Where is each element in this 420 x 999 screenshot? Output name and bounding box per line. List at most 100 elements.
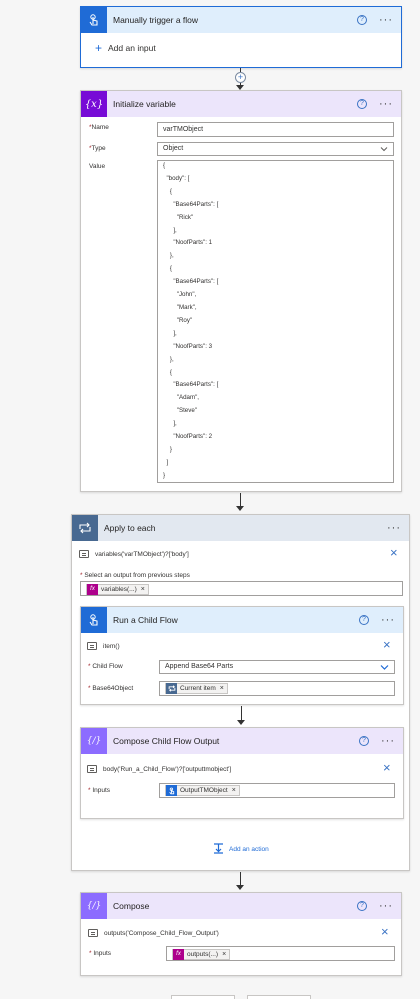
value-line: "NoofParts": 2: [163, 433, 213, 441]
inputs-label: * Inputs: [89, 950, 112, 957]
apply-each-expression: variables('varTMObject')?['body']: [95, 550, 189, 558]
value-line: ],: [163, 226, 177, 234]
expression-token[interactable]: fx variables(...) ×: [86, 584, 149, 595]
expression-row[interactable]: outputs('Compose_Child_Flow_Output'): [88, 925, 219, 941]
close-icon[interactable]: ×: [381, 925, 389, 938]
more-options-icon[interactable]: ···: [379, 901, 393, 912]
more-options-icon[interactable]: ···: [381, 615, 395, 626]
more-options-icon[interactable]: ···: [379, 99, 393, 110]
add-input-button[interactable]: + Add an input: [95, 42, 156, 54]
compose-inputs-field[interactable]: OutputTMObject ×: [159, 783, 395, 798]
compose-header[interactable]: {∕} Compose ? ···: [81, 893, 401, 919]
touch-icon: [166, 785, 177, 796]
loop-icon: [166, 683, 177, 694]
value-line: ],: [163, 329, 177, 337]
more-options-icon[interactable]: ···: [381, 736, 395, 747]
value-line: {: [163, 162, 166, 169]
required-marker: *: [89, 950, 92, 957]
token-label: OutputTMObject: [180, 787, 228, 794]
bottom-button-new-step[interactable]: [171, 995, 235, 999]
value-line: "Base64Parts": [: [163, 200, 219, 208]
initialize-variable-title: Initialize variable: [113, 99, 176, 109]
compose-child-header[interactable]: {∕} Compose Child Flow Output ? ···: [81, 728, 403, 754]
required-marker: *: [88, 787, 91, 794]
compose-card[interactable]: {∕} Compose ? ··· outputs('Compose_Child…: [80, 892, 402, 976]
compose-inputs-field[interactable]: fx outputs(...) ×: [166, 946, 395, 961]
comment-icon: [87, 765, 97, 773]
trigger-header[interactable]: Manually trigger a flow ? ···: [81, 7, 401, 33]
type-value: Object: [163, 145, 184, 152]
comment-icon: [79, 550, 89, 558]
add-action-button[interactable]: Add an action: [213, 843, 269, 856]
remove-token-icon[interactable]: ×: [220, 682, 224, 695]
remove-token-icon[interactable]: ×: [141, 583, 145, 596]
help-icon[interactable]: ?: [357, 15, 367, 25]
initialize-variable-header[interactable]: {x} Initialize variable ? ···: [81, 91, 401, 117]
help-icon[interactable]: ?: [357, 901, 367, 911]
output-token[interactable]: OutputTMObject ×: [165, 785, 240, 796]
variable-value-textarea[interactable]: { "body": [ { "Base64Parts": [ "Rick" ],…: [157, 160, 394, 483]
value-line: "Roy": [163, 316, 193, 324]
remove-token-icon[interactable]: ×: [232, 784, 236, 797]
expression-token[interactable]: fx outputs(...) ×: [172, 948, 231, 961]
run-child-flow-card[interactable]: Run a Child Flow ? ··· item() × * Child …: [80, 606, 404, 705]
select-output-input[interactable]: fx variables(...) ×: [80, 581, 403, 596]
value-label: Value: [89, 163, 106, 170]
token-label: outputs(...): [187, 951, 219, 958]
insert-step-button[interactable]: +: [235, 72, 246, 83]
chevron-down-icon: [380, 145, 388, 158]
base64-object-label: * Base64Object: [88, 685, 134, 692]
variable-name-input[interactable]: varTMObject: [157, 122, 394, 137]
connector-arrow: [237, 720, 245, 725]
expression-row[interactable]: variables('varTMObject')?['body']: [79, 546, 189, 562]
fx-icon: fx: [87, 584, 98, 595]
remove-token-icon[interactable]: ×: [222, 948, 226, 961]
variable-type-select[interactable]: Object: [157, 142, 394, 156]
compose-child-flow-output-card[interactable]: {∕} Compose Child Flow Output ? ··· body…: [80, 727, 404, 819]
initialize-variable-card[interactable]: {x} Initialize variable ? ··· *Name varT…: [80, 90, 402, 492]
help-icon[interactable]: ?: [359, 736, 369, 746]
child-flow-select[interactable]: Append Base64 Parts: [159, 660, 395, 674]
value-line: "NoofParts": 1: [163, 239, 213, 247]
name-label: *Name: [89, 124, 109, 131]
compose-icon: {∕}: [81, 893, 107, 919]
more-options-icon[interactable]: ···: [387, 523, 401, 534]
help-icon[interactable]: ?: [359, 615, 369, 625]
value-line: "Mark",: [163, 303, 197, 311]
loop-icon: [72, 515, 98, 541]
bottom-button-save[interactable]: [247, 995, 311, 999]
close-icon[interactable]: ×: [390, 546, 398, 559]
expression-row[interactable]: item(): [87, 638, 120, 654]
expression-row[interactable]: body('Run_a_Child_Flow')?['outputtmobjec…: [87, 761, 231, 777]
required-marker: *: [88, 685, 91, 692]
apply-to-each-header[interactable]: Apply to each ···: [72, 515, 409, 541]
child-flow-expression: item(): [103, 642, 120, 650]
value-line: "Rick": [163, 213, 194, 221]
value-line: },: [163, 252, 174, 260]
more-options-icon[interactable]: ···: [379, 15, 393, 26]
close-icon[interactable]: ×: [383, 761, 391, 774]
token-label: variables(...): [101, 586, 137, 593]
close-icon[interactable]: ×: [383, 638, 391, 651]
comment-icon: [88, 929, 98, 937]
current-item-token[interactable]: Current item ×: [165, 683, 228, 694]
compose-title: Compose: [113, 901, 150, 911]
connector-line: [240, 493, 241, 506]
select-output-label: * Select an output from previous steps: [80, 572, 190, 579]
apply-to-each-card[interactable]: Apply to each ··· variables('varTMObject…: [71, 514, 410, 871]
type-label: *Type: [89, 145, 106, 152]
apply-to-each-title: Apply to each: [104, 523, 156, 533]
value-line: ]: [163, 458, 169, 466]
value-line: ],: [163, 420, 177, 428]
run-child-flow-header[interactable]: Run a Child Flow ? ···: [81, 607, 403, 633]
child-flow-label: * Child Flow: [88, 663, 123, 670]
add-action-icon: [213, 843, 224, 856]
trigger-card[interactable]: Manually trigger a flow ? ··· + Add an i…: [80, 6, 402, 68]
variable-icon: {x}: [81, 91, 107, 117]
connector-arrow: [236, 885, 244, 890]
help-icon[interactable]: ?: [357, 99, 367, 109]
token-label: Current item: [180, 685, 216, 692]
compose-icon: {∕}: [81, 728, 107, 754]
base64-object-input[interactable]: Current item ×: [159, 681, 395, 696]
chevron-down-icon: [380, 663, 389, 676]
